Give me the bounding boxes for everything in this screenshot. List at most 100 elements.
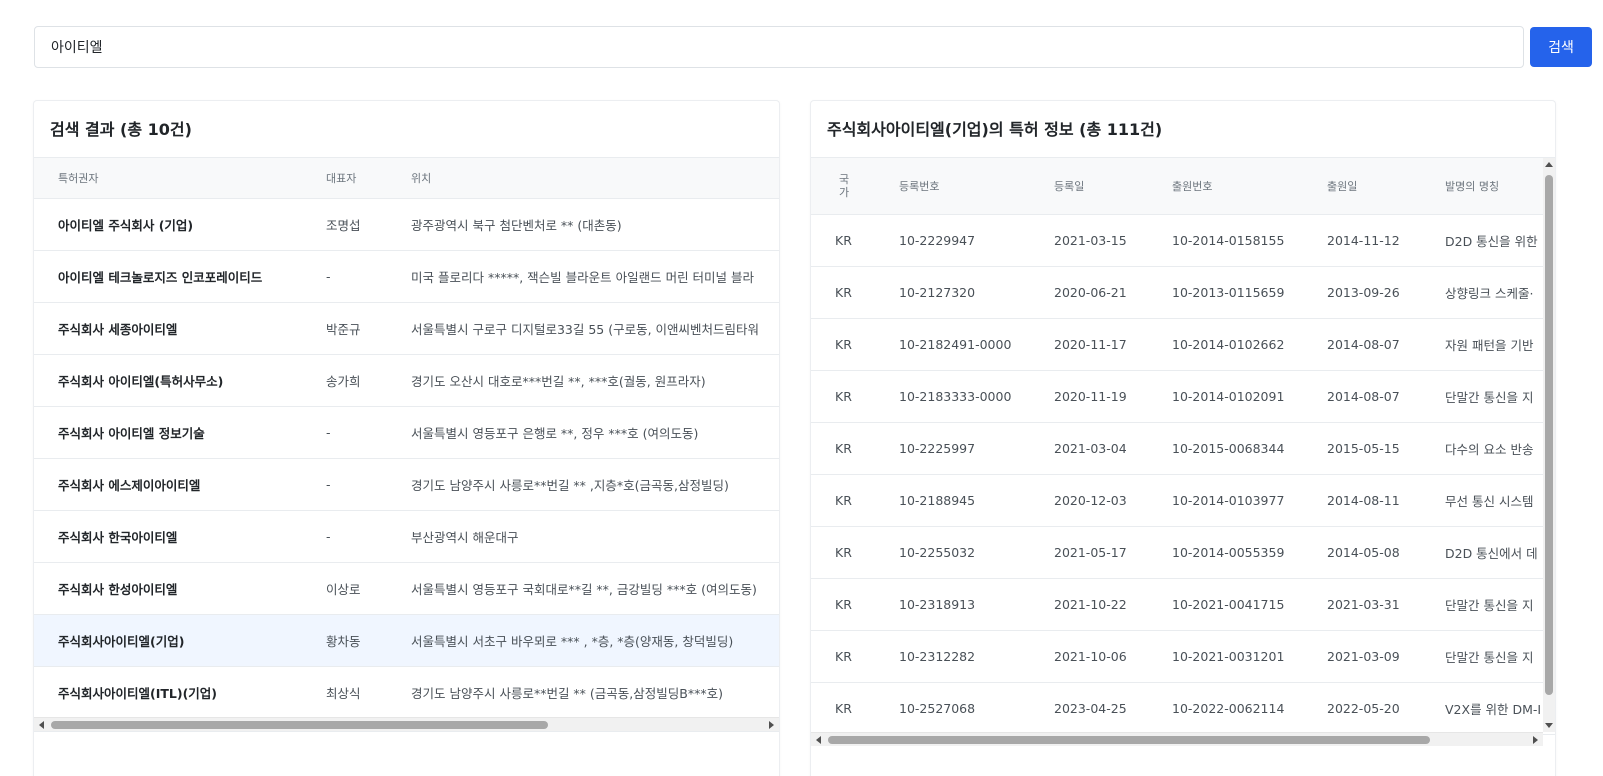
horizontal-scrollbar[interactable] bbox=[811, 732, 1543, 746]
horizontal-scrollbar[interactable] bbox=[34, 717, 779, 731]
invention-title-cell: 무선 통신 시스템 bbox=[1423, 474, 1555, 527]
app-no-cell: 10-2022-0062114 bbox=[1150, 682, 1305, 735]
owner-cell: 주식회사아이티엘(ITL)(기업) bbox=[34, 666, 302, 719]
reg-date-cell: 2021-10-06 bbox=[1032, 630, 1150, 683]
app-date-cell: 2014-08-07 bbox=[1305, 370, 1423, 423]
scroll-left-icon[interactable] bbox=[816, 736, 821, 744]
scrollbar-thumb[interactable] bbox=[51, 721, 548, 729]
app-no-cell: 10-2014-0103977 bbox=[1150, 474, 1305, 527]
invention-title-cell: V2X를 위한 DM-I bbox=[1423, 682, 1555, 735]
result-row[interactable]: 아이티엘 테크놀로지즈 인코포레이티드 - 미국 플로리다 *****, 잭슨빌 블… bbox=[34, 250, 779, 303]
patent-row[interactable]: KR 10-2312282 2021-10-06 10-2021-0031201 202… bbox=[811, 630, 1555, 683]
reg-no-cell: 10-2312282 bbox=[877, 630, 1032, 683]
search-results-title: 검색 결과 (총 10건) bbox=[34, 101, 779, 158]
reg-date-cell: 2023-04-25 bbox=[1032, 682, 1150, 735]
location-cell: 미국 플로리다 *****, 잭슨빌 블라운트 아일랜드 머린 터미널 블라 bbox=[387, 250, 779, 303]
reg-no-cell: 10-2127320 bbox=[877, 266, 1032, 319]
patent-table: 국가 등록번호 등록일 출원번호 출원일 발명의 명칭 KR 10-2229947… bbox=[811, 158, 1555, 735]
app-no-cell: 10-2015-0068344 bbox=[1150, 422, 1305, 475]
col-header-owner[interactable]: 특허권자 bbox=[34, 158, 302, 199]
country-cell: KR bbox=[811, 318, 877, 371]
result-row[interactable]: 주식회사아이티엘(기업) 황차동 서울특별시 서초구 바우뫼로 *** , *층, … bbox=[34, 614, 779, 667]
reg-date-cell: 2021-05-17 bbox=[1032, 526, 1150, 579]
vertical-scrollbar[interactable] bbox=[1543, 158, 1555, 732]
representative-cell: 최상식 bbox=[302, 666, 387, 719]
patent-row[interactable]: KR 10-2229947 2021-03-15 10-2014-0158155 201… bbox=[811, 214, 1555, 267]
app-no-cell: 10-2014-0158155 bbox=[1150, 214, 1305, 267]
country-cell: KR bbox=[811, 214, 877, 267]
representative-cell: 송가희 bbox=[302, 354, 387, 407]
app-date-cell: 2014-08-07 bbox=[1305, 318, 1423, 371]
scrollbar-thumb[interactable] bbox=[1545, 175, 1553, 695]
patent-row[interactable]: KR 10-2188945 2020-12-03 10-2014-0103977 201… bbox=[811, 474, 1555, 527]
invention-title-cell: D2D 통신에서 데 bbox=[1423, 526, 1555, 579]
result-row[interactable]: 주식회사 에스제이아이티엘 - 경기도 남양주시 사릉로**번길 ** ,지층*호(… bbox=[34, 458, 779, 511]
representative-cell: 이상로 bbox=[302, 562, 387, 615]
app-no-cell: 10-2014-0055359 bbox=[1150, 526, 1305, 579]
col-header-location[interactable]: 위치 bbox=[387, 158, 779, 199]
location-cell: 경기도 남양주시 사릉로**번길 ** ,지층*호(금곡동,삼정빌딩) bbox=[387, 458, 779, 511]
patent-row[interactable]: KR 10-2127320 2020-06-21 10-2013-0115659 201… bbox=[811, 266, 1555, 319]
app-no-cell: 10-2021-0031201 bbox=[1150, 630, 1305, 683]
location-cell: 부산광역시 해운대구 bbox=[387, 510, 779, 563]
panel-footer bbox=[34, 731, 779, 776]
scrollbar-thumb[interactable] bbox=[828, 736, 1430, 744]
country-cell: KR bbox=[811, 578, 877, 631]
reg-no-cell: 10-2255032 bbox=[877, 526, 1032, 579]
result-row[interactable]: 주식회사 세종아이티엘 박준규 서울특별시 구로구 디지털로33길 55 (구로동,… bbox=[34, 302, 779, 355]
patent-table-wrap[interactable]: 국가 등록번호 등록일 출원번호 출원일 발명의 명칭 KR 10-2229947… bbox=[811, 158, 1555, 748]
result-row[interactable]: 주식회사아이티엘(ITL)(기업) 최상식 경기도 남양주시 사릉로**번길 ** … bbox=[34, 666, 779, 719]
scroll-up-icon[interactable] bbox=[1545, 162, 1553, 167]
search-input[interactable] bbox=[34, 26, 1524, 68]
invention-title-cell: 다수의 요소 반송 bbox=[1423, 422, 1555, 475]
representative-cell: - bbox=[302, 250, 387, 303]
search-results-table-wrap[interactable]: 특허권자 대표자 위치 아이티엘 주식회사 (기업) 조명섭 광주광역시 북구 첨단… bbox=[34, 158, 779, 730]
col-header-app-date[interactable]: 출원일 bbox=[1305, 158, 1423, 215]
reg-no-cell: 10-2229947 bbox=[877, 214, 1032, 267]
patent-row[interactable]: KR 10-2183333-0000 2020-11-19 10-2014-01020… bbox=[811, 370, 1555, 423]
reg-date-cell: 2021-10-22 bbox=[1032, 578, 1150, 631]
scroll-right-icon[interactable] bbox=[769, 721, 774, 729]
col-header-representative[interactable]: 대표자 bbox=[302, 158, 387, 199]
result-row[interactable]: 주식회사 한성아이티엘 이상로 서울특별시 영등포구 국회대로**길 **, 금강빌… bbox=[34, 562, 779, 615]
app-date-cell: 2021-03-09 bbox=[1305, 630, 1423, 683]
result-row[interactable]: 주식회사 아이티엘(특허사무소) 송가희 경기도 오산시 대호로***번길 **, … bbox=[34, 354, 779, 407]
invention-title-cell: D2D 통신을 위한 bbox=[1423, 214, 1555, 267]
app-date-cell: 2013-09-26 bbox=[1305, 266, 1423, 319]
result-row[interactable]: 주식회사 아이티엘 정보기술 - 서울특별시 영등포구 은행로 **, 정우 ***… bbox=[34, 406, 779, 459]
col-header-country[interactable]: 국가 bbox=[811, 158, 877, 215]
scroll-left-icon[interactable] bbox=[39, 721, 44, 729]
invention-title-cell: 단말간 통신을 지 bbox=[1423, 370, 1555, 423]
scroll-down-icon[interactable] bbox=[1545, 723, 1553, 728]
country-cell: KR bbox=[811, 682, 877, 735]
scroll-right-icon[interactable] bbox=[1533, 736, 1538, 744]
app-date-cell: 2022-05-20 bbox=[1305, 682, 1423, 735]
patent-row[interactable]: KR 10-2255032 2021-05-17 10-2014-0055359 201… bbox=[811, 526, 1555, 579]
location-cell: 서울특별시 영등포구 은행로 **, 정우 ***호 (여의도동) bbox=[387, 406, 779, 459]
reg-no-cell: 10-2318913 bbox=[877, 578, 1032, 631]
patent-row[interactable]: KR 10-2527068 2023-04-25 10-2022-0062114 202… bbox=[811, 682, 1555, 735]
col-header-app-no[interactable]: 출원번호 bbox=[1150, 158, 1305, 215]
patent-row[interactable]: KR 10-2182491-0000 2020-11-17 10-2014-01026… bbox=[811, 318, 1555, 371]
patent-info-panel: 주식회사아이티엘(기업)의 특허 정보 (총 111건) 국가 등록번호 등록일… bbox=[810, 100, 1556, 776]
representative-cell: 조명섭 bbox=[302, 198, 387, 251]
result-row[interactable]: 아이티엘 주식회사 (기업) 조명섭 광주광역시 북구 첨단벤처로 ** (대촌동) bbox=[34, 198, 779, 251]
patent-row[interactable]: KR 10-2318913 2021-10-22 10-2021-0041715 202… bbox=[811, 578, 1555, 631]
col-header-reg-no[interactable]: 등록번호 bbox=[877, 158, 1032, 215]
app-no-cell: 10-2013-0115659 bbox=[1150, 266, 1305, 319]
app-date-cell: 2014-05-08 bbox=[1305, 526, 1423, 579]
location-cell: 서울특별시 영등포구 국회대로**길 **, 금강빌딩 ***호 (여의도동) bbox=[387, 562, 779, 615]
country-cell: KR bbox=[811, 422, 877, 475]
owner-cell: 주식회사 아이티엘 정보기술 bbox=[34, 406, 302, 459]
col-header-reg-date[interactable]: 등록일 bbox=[1032, 158, 1150, 215]
reg-no-cell: 10-2188945 bbox=[877, 474, 1032, 527]
col-header-invention-title[interactable]: 발명의 명칭 bbox=[1423, 158, 1555, 215]
app-no-cell: 10-2014-0102662 bbox=[1150, 318, 1305, 371]
location-cell: 서울특별시 서초구 바우뫼로 *** , *층, *층(양재동, 창덕빌딩) bbox=[387, 614, 779, 667]
reg-date-cell: 2020-06-21 bbox=[1032, 266, 1150, 319]
patent-row[interactable]: KR 10-2225997 2021-03-04 10-2015-0068344 201… bbox=[811, 422, 1555, 475]
reg-date-cell: 2020-11-17 bbox=[1032, 318, 1150, 371]
result-row[interactable]: 주식회사 한국아이티엘 - 부산광역시 해운대구 bbox=[34, 510, 779, 563]
search-button[interactable]: 검색 bbox=[1530, 27, 1592, 67]
patent-info-title: 주식회사아이티엘(기업)의 특허 정보 (총 111건) bbox=[811, 101, 1555, 158]
